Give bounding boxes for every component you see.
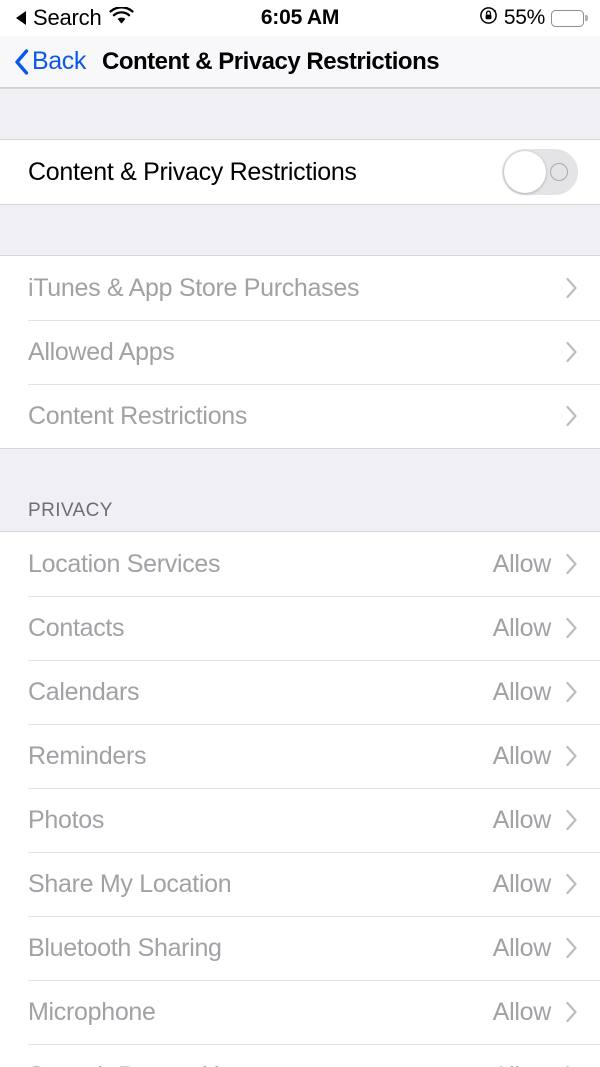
row-label: Share My Location bbox=[28, 869, 232, 898]
row-speech-recognition[interactable]: Speech Recognition Allow bbox=[0, 1044, 600, 1067]
row-value: Allow bbox=[492, 805, 552, 834]
row-label: Contacts bbox=[28, 613, 125, 642]
page-title: Content & Privacy Restrictions bbox=[101, 47, 440, 75]
section-header-label: PRIVACY bbox=[28, 500, 113, 521]
row-itunes-app-store-purchases[interactable]: iTunes & App Store Purchases bbox=[0, 256, 600, 320]
row-accessory: Allow bbox=[493, 1062, 578, 1067]
chevron-left-icon bbox=[14, 48, 29, 75]
chevron-right-icon bbox=[565, 617, 578, 639]
rotation-lock-icon bbox=[479, 6, 498, 31]
wifi-icon bbox=[108, 5, 134, 31]
row-accessory bbox=[565, 341, 578, 363]
chevron-right-icon bbox=[565, 873, 578, 895]
chevron-right-icon bbox=[565, 405, 578, 427]
row-label: iTunes & App Store Purchases bbox=[28, 273, 360, 302]
section-header-privacy: PRIVACY bbox=[0, 448, 600, 532]
toggle-off-indicator-icon bbox=[550, 163, 568, 181]
row-photos[interactable]: Photos Allow bbox=[0, 788, 600, 852]
content-privacy-restrictions-toggle[interactable] bbox=[502, 149, 578, 195]
row-label: Photos bbox=[28, 805, 105, 834]
restrictions-group: iTunes & App Store Purchases Allowed App… bbox=[0, 256, 600, 448]
chevron-right-icon bbox=[565, 681, 578, 703]
row-allowed-apps[interactable]: Allowed Apps bbox=[0, 320, 600, 384]
row-label: Speech Recognition bbox=[28, 1062, 247, 1067]
status-bar-right: 55% bbox=[479, 6, 584, 31]
back-triangle-icon bbox=[16, 11, 26, 25]
row-label: Allowed Apps bbox=[28, 337, 175, 366]
status-bar: Search 6:05 AM 55% bbox=[0, 0, 600, 36]
back-to-app-label: Search bbox=[33, 5, 102, 30]
row-label: Location Services bbox=[28, 549, 221, 578]
chevron-right-icon bbox=[565, 1001, 578, 1023]
row-label: Calendars bbox=[28, 677, 140, 706]
section-gap-middle bbox=[0, 204, 600, 256]
chevron-right-icon bbox=[565, 745, 578, 767]
section-gap-top bbox=[0, 88, 600, 140]
row-label: Content Restrictions bbox=[28, 401, 248, 430]
row-accessory: Allow bbox=[493, 806, 578, 835]
master-toggle-group: Content & Privacy Restrictions bbox=[0, 140, 600, 204]
chevron-right-icon bbox=[565, 553, 578, 575]
back-button[interactable]: Back bbox=[14, 47, 86, 76]
row-accessory: Allow bbox=[493, 998, 578, 1027]
row-value: Allow bbox=[492, 613, 552, 642]
battery-icon bbox=[551, 9, 584, 27]
row-bluetooth-sharing[interactable]: Bluetooth Sharing Allow bbox=[0, 916, 600, 980]
row-value: Allow bbox=[492, 933, 552, 962]
row-value: Allow bbox=[492, 677, 552, 706]
row-contacts[interactable]: Contacts Allow bbox=[0, 596, 600, 660]
battery-percent-label: 55% bbox=[503, 6, 545, 29]
row-value: Allow bbox=[492, 741, 552, 770]
row-accessory bbox=[565, 277, 578, 299]
chevron-right-icon bbox=[565, 341, 578, 363]
toggle-knob bbox=[504, 151, 546, 193]
row-label: Bluetooth Sharing bbox=[28, 933, 222, 962]
row-location-services[interactable]: Location Services Allow bbox=[0, 532, 600, 596]
chevron-right-icon bbox=[565, 937, 578, 959]
row-content-restrictions[interactable]: Content Restrictions bbox=[0, 384, 600, 448]
row-accessory: Allow bbox=[493, 742, 578, 771]
navigation-bar: Back Content & Privacy Restrictions bbox=[0, 36, 600, 88]
row-value: Allow bbox=[492, 869, 552, 898]
row-accessory: Allow bbox=[493, 678, 578, 707]
row-accessory bbox=[565, 405, 578, 427]
row-share-my-location[interactable]: Share My Location Allow bbox=[0, 852, 600, 916]
row-accessory bbox=[502, 149, 578, 195]
row-value: Allow bbox=[492, 549, 552, 578]
chevron-right-icon bbox=[565, 277, 578, 299]
row-accessory: Allow bbox=[493, 614, 578, 643]
row-accessory: Allow bbox=[493, 870, 578, 899]
privacy-group: Location Services Allow Contacts Allow C… bbox=[0, 532, 600, 1067]
status-bar-left[interactable]: Search bbox=[16, 5, 134, 31]
row-microphone[interactable]: Microphone Allow bbox=[0, 980, 600, 1044]
row-content-privacy-restrictions[interactable]: Content & Privacy Restrictions bbox=[0, 140, 600, 204]
back-button-label: Back bbox=[32, 47, 86, 75]
row-value: Allow bbox=[493, 1062, 552, 1067]
row-reminders[interactable]: Reminders Allow bbox=[0, 724, 600, 788]
row-calendars[interactable]: Calendars Allow bbox=[0, 660, 600, 724]
row-accessory: Allow bbox=[493, 550, 578, 579]
chevron-right-icon bbox=[565, 809, 578, 831]
row-accessory: Allow bbox=[493, 934, 578, 963]
row-label: Content & Privacy Restrictions bbox=[28, 157, 357, 186]
row-value: Allow bbox=[492, 997, 552, 1026]
row-label: Reminders bbox=[28, 741, 147, 770]
settings-screen: Search 6:05 AM 55% Back Content & Privac… bbox=[0, 0, 600, 1067]
row-label: Microphone bbox=[28, 997, 156, 1026]
